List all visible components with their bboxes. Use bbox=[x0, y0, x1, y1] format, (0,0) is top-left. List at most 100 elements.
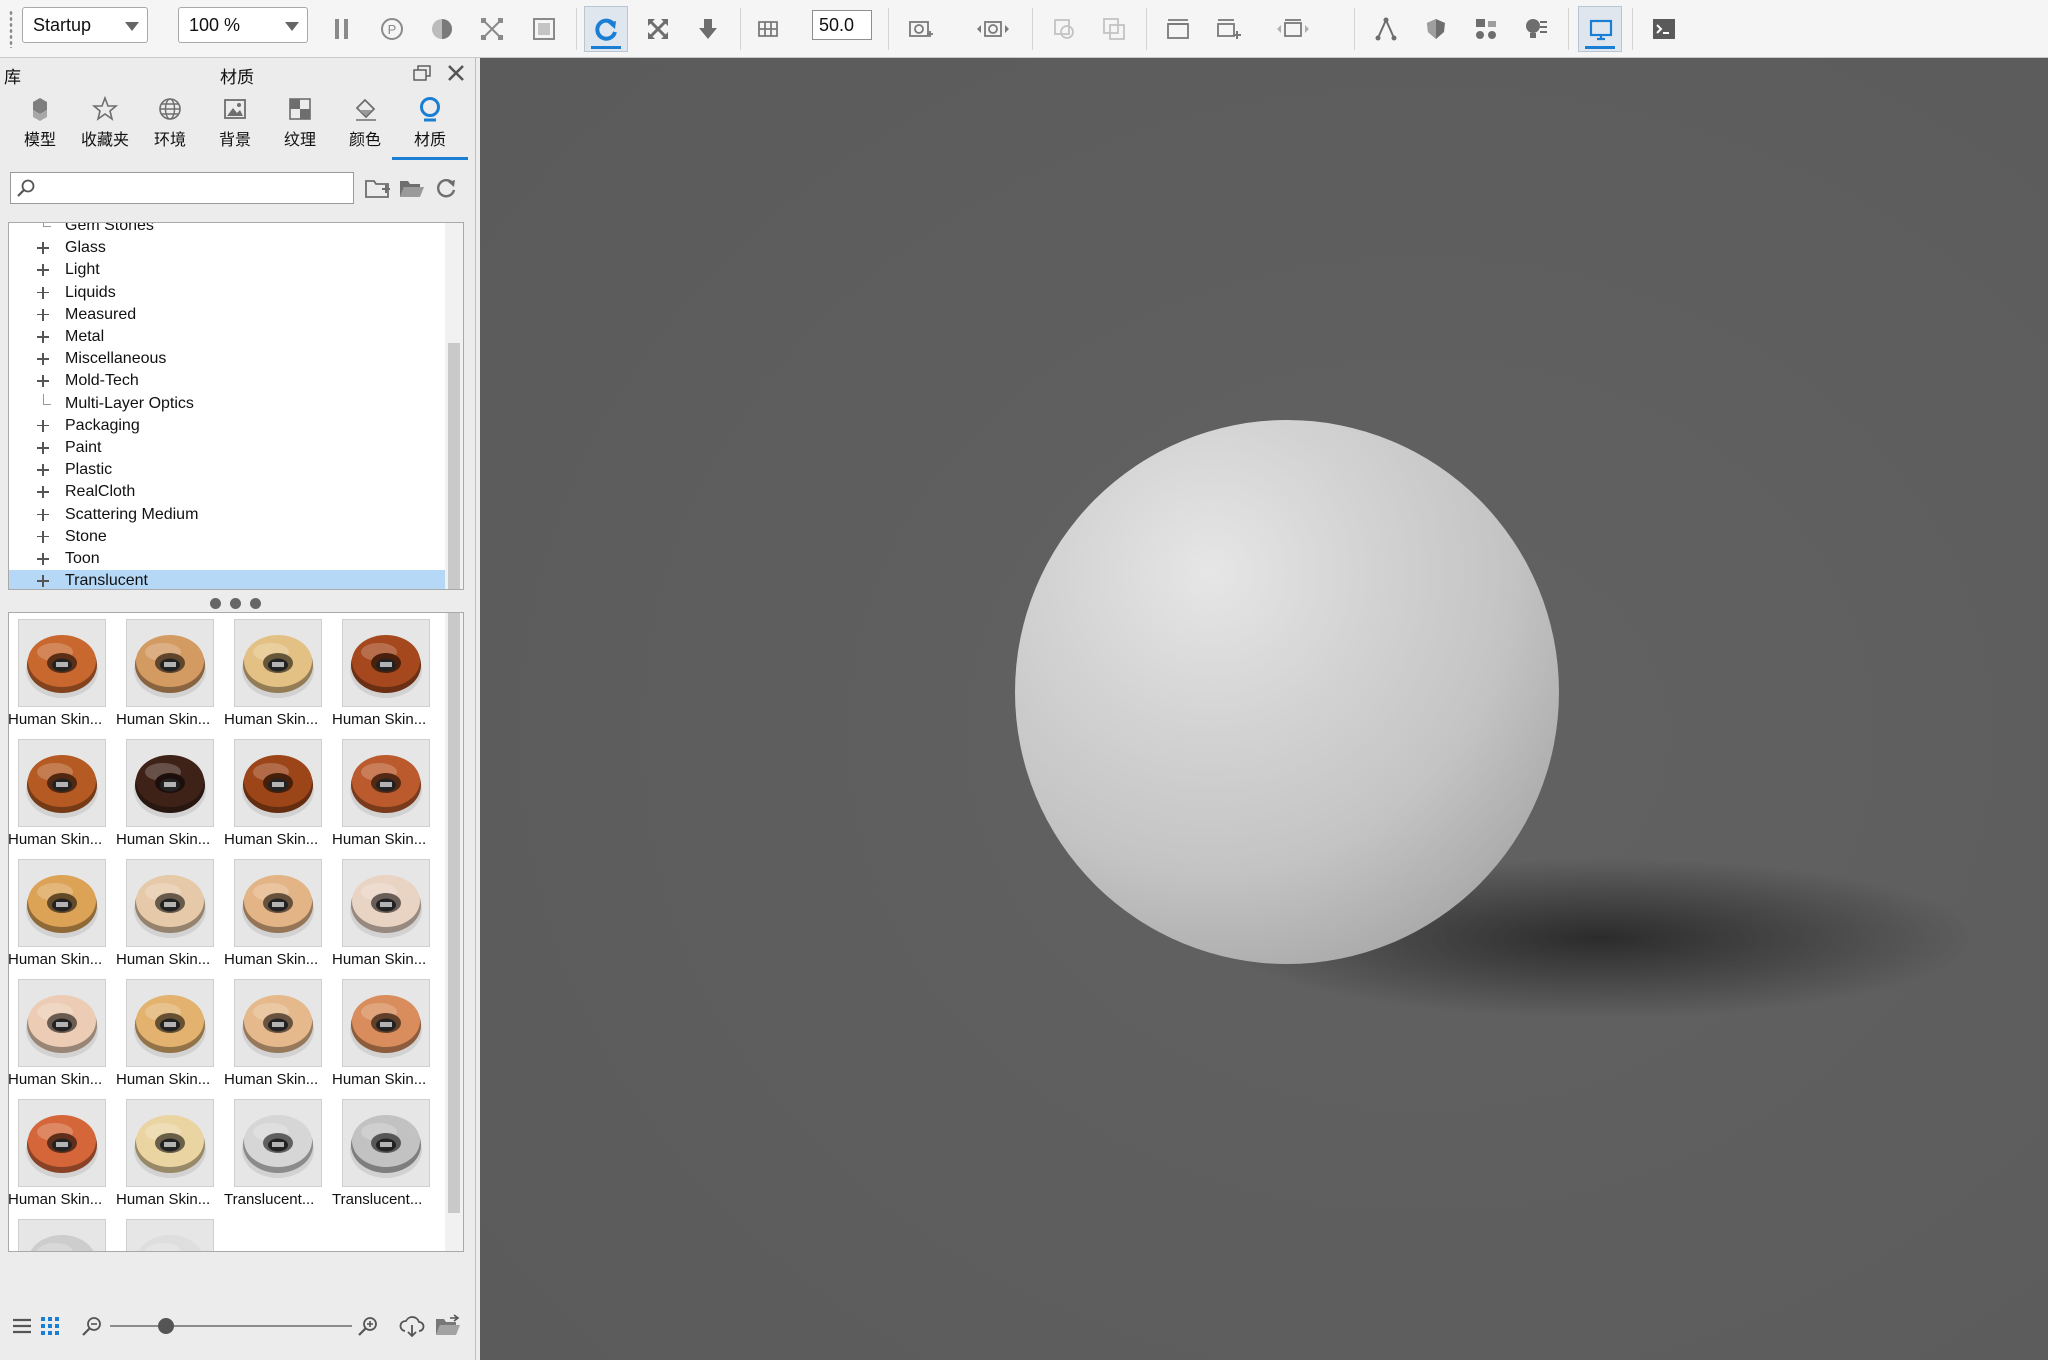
material-tile[interactable]: Human Skin... bbox=[116, 973, 225, 1093]
grid-view-icon[interactable] bbox=[38, 1314, 62, 1338]
expand-icon[interactable] bbox=[37, 419, 49, 432]
material-tile[interactable]: Human Skin... bbox=[224, 613, 333, 733]
camera-switch-button[interactable] bbox=[966, 6, 1020, 52]
zoom-select[interactable]: 100 % bbox=[178, 7, 308, 43]
tab-checker[interactable]: 纹理 bbox=[270, 94, 330, 154]
material-tile[interactable]: Human Skin... bbox=[9, 613, 117, 733]
tree-item[interactable]: Paint bbox=[9, 437, 446, 459]
tab-image[interactable]: 背景 bbox=[205, 94, 265, 154]
material-tile[interactable]: Human Skin... bbox=[332, 613, 441, 733]
material-pick-button[interactable] bbox=[1042, 6, 1086, 52]
category-tree[interactable]: Gem Stones Glass Light Liquids Measured Metal… bbox=[8, 222, 464, 590]
render-viewport[interactable] bbox=[480, 58, 2048, 1360]
material-tile[interactable]: Human Skin... bbox=[224, 853, 333, 973]
screenshot-button[interactable] bbox=[898, 6, 942, 52]
slider-knob[interactable] bbox=[157, 1318, 174, 1334]
expand-icon[interactable] bbox=[37, 308, 49, 321]
open-folder-icon[interactable] bbox=[398, 175, 426, 201]
refresh-icon[interactable] bbox=[432, 175, 460, 201]
expand-icon[interactable] bbox=[37, 553, 49, 565]
tree-item[interactable]: Light bbox=[9, 259, 446, 281]
float-window-icon[interactable] bbox=[413, 65, 431, 81]
material-tile[interactable] bbox=[117, 1213, 225, 1251]
clay-render-button[interactable] bbox=[522, 6, 566, 52]
material-tile[interactable]: Translucent... bbox=[224, 1093, 333, 1213]
preset-select[interactable]: Startup bbox=[22, 7, 148, 43]
performance-mode-button[interactable]: P bbox=[370, 6, 414, 52]
material-tile[interactable]: Human Skin... bbox=[332, 733, 441, 853]
thumbnail-size-slider[interactable] bbox=[110, 1325, 352, 1327]
tree-item[interactable]: Plastic bbox=[9, 459, 446, 481]
tree-item[interactable]: Liquids bbox=[9, 282, 446, 304]
tree-item[interactable]: Stone bbox=[9, 526, 446, 548]
expand-icon[interactable] bbox=[37, 508, 49, 521]
expand-icon[interactable] bbox=[37, 442, 49, 454]
material-tile[interactable]: Human Skin... bbox=[9, 853, 117, 973]
script-console-button[interactable] bbox=[1642, 6, 1686, 52]
tab-globe[interactable]: 环境 bbox=[140, 94, 200, 154]
toolbar-grip[interactable] bbox=[9, 10, 13, 48]
material-button[interactable] bbox=[1414, 6, 1458, 52]
expand-icon[interactable] bbox=[37, 375, 49, 388]
material-copy-button[interactable] bbox=[1092, 6, 1136, 52]
zoom-out-icon[interactable] bbox=[80, 1314, 104, 1338]
material-tile[interactable]: Human Skin... bbox=[332, 853, 441, 973]
tree-item[interactable]: Translucent bbox=[9, 570, 446, 589]
add-folder-icon[interactable] bbox=[364, 175, 392, 201]
expand-icon[interactable] bbox=[37, 331, 49, 343]
material-tile[interactable]: Human Skin... bbox=[224, 973, 333, 1093]
render-mode-button[interactable] bbox=[420, 6, 464, 52]
expand-icon[interactable] bbox=[37, 530, 49, 543]
material-tile[interactable]: Human Skin... bbox=[9, 733, 117, 853]
tree-item[interactable]: Scattering Medium bbox=[9, 504, 446, 526]
expand-icon[interactable] bbox=[37, 242, 49, 255]
list-view-icon[interactable] bbox=[10, 1314, 34, 1338]
expand-icon[interactable] bbox=[37, 575, 49, 588]
material-tile[interactable]: Human Skin... bbox=[116, 613, 225, 733]
material-tile[interactable]: Human Skin... bbox=[224, 733, 333, 853]
region-render-button[interactable] bbox=[470, 6, 514, 52]
material-tile[interactable]: Translucent... bbox=[332, 1093, 441, 1213]
tree-item[interactable]: Measured bbox=[9, 304, 446, 326]
tree-item[interactable]: Miscellaneous bbox=[9, 348, 446, 370]
lighting-button[interactable] bbox=[1514, 6, 1558, 52]
expand-icon[interactable] bbox=[37, 486, 49, 499]
search-box[interactable] bbox=[10, 172, 354, 204]
tree-item[interactable]: Glass bbox=[9, 237, 446, 259]
viewport-monitor-button[interactable] bbox=[1578, 6, 1622, 52]
material-tile[interactable]: Human Skin... bbox=[116, 1093, 225, 1213]
geometry-button[interactable] bbox=[1364, 6, 1408, 52]
tab-star[interactable]: 收藏夹 bbox=[75, 94, 135, 154]
expand-icon[interactable] bbox=[37, 264, 49, 277]
drop-to-ground-button[interactable] bbox=[686, 6, 730, 52]
tab-model[interactable]: 模型 bbox=[10, 94, 70, 154]
scene-tree-button[interactable] bbox=[1464, 6, 1508, 52]
tree-item[interactable]: RealCloth bbox=[9, 481, 446, 503]
pause-button[interactable] bbox=[320, 6, 364, 52]
animation-button[interactable] bbox=[1156, 6, 1200, 52]
tree-scrollbar[interactable] bbox=[445, 223, 463, 589]
grid-scroll-thumb[interactable] bbox=[448, 613, 460, 1213]
fit-view-button[interactable] bbox=[636, 6, 680, 52]
panel-splitter[interactable] bbox=[210, 596, 266, 610]
tab-paint-bucket[interactable]: 颜色 bbox=[335, 94, 395, 154]
tree-item[interactable]: Multi-Layer Optics bbox=[9, 393, 446, 415]
material-tile[interactable] bbox=[9, 1213, 117, 1251]
folder-export-icon[interactable] bbox=[434, 1314, 462, 1338]
expand-icon[interactable] bbox=[37, 464, 49, 477]
preview-sphere[interactable] bbox=[1015, 420, 1559, 964]
search-input[interactable] bbox=[39, 175, 349, 201]
zoom-in-icon[interactable] bbox=[356, 1314, 380, 1338]
value-field[interactable]: 50.0 bbox=[812, 10, 872, 40]
material-tile[interactable]: Human Skin... bbox=[116, 853, 225, 973]
material-tile[interactable]: Human Skin... bbox=[9, 973, 117, 1093]
grid-scrollbar[interactable] bbox=[445, 613, 463, 1251]
expand-icon[interactable] bbox=[37, 353, 49, 366]
expand-icon[interactable] bbox=[37, 286, 49, 299]
material-tile[interactable]: Human Skin... bbox=[116, 733, 225, 853]
close-icon[interactable] bbox=[446, 63, 466, 83]
material-tile[interactable]: Human Skin... bbox=[332, 973, 441, 1093]
tree-item[interactable]: Metal bbox=[9, 326, 446, 348]
cloud-download-icon[interactable] bbox=[398, 1314, 426, 1338]
studio-switch-button[interactable] bbox=[1266, 6, 1320, 52]
